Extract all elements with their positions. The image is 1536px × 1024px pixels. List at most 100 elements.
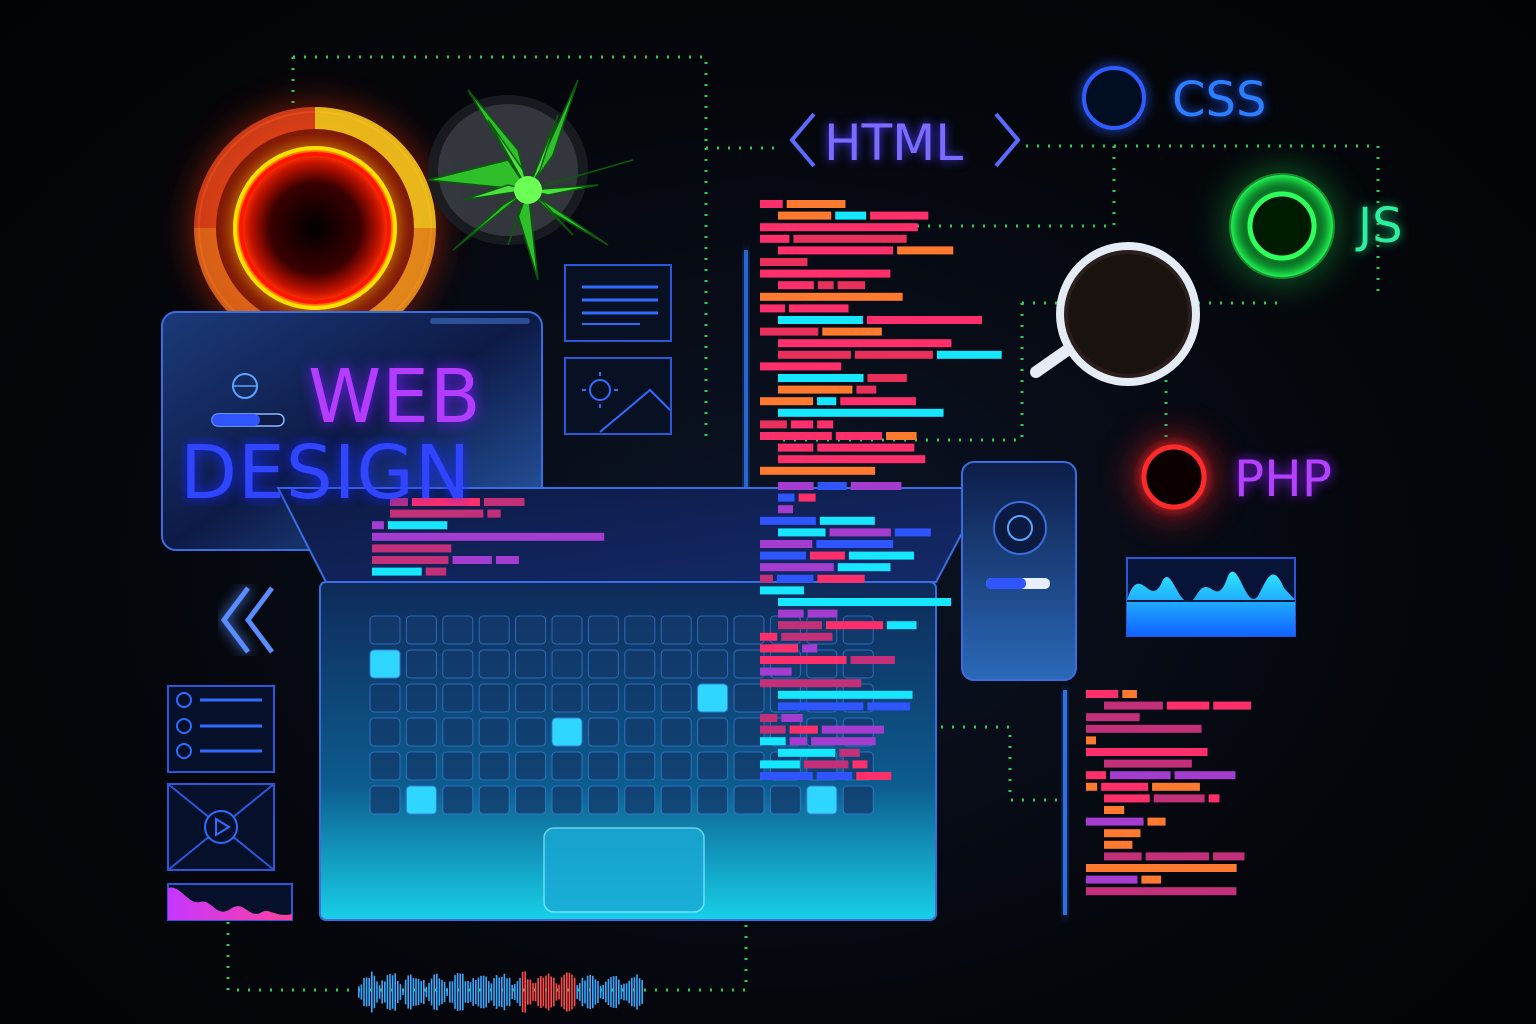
audio-wave-bar: [589, 974, 591, 1010]
keyboard-key: [478, 683, 510, 713]
code-line: [778, 211, 832, 220]
code-line: [495, 556, 519, 564]
code-line: [829, 528, 891, 537]
code-line: [835, 432, 883, 440]
keyboard-key: [733, 785, 765, 815]
code-line: [372, 544, 452, 553]
code-line: [1104, 829, 1141, 838]
code-line: [452, 556, 492, 564]
code-line: [816, 540, 894, 548]
audio-wave-bar: [633, 977, 636, 1007]
keyboard-key: [624, 615, 656, 645]
audio-wave-bar: [423, 980, 425, 1004]
audio-wave-bar: [430, 978, 433, 1006]
audio-wave-bar: [469, 982, 472, 1002]
audio-wave-bar: [459, 973, 461, 1011]
code-line: [1086, 771, 1107, 780]
keyboard-key: [587, 785, 619, 815]
keyboard-key: [369, 785, 401, 815]
code-line: [817, 397, 837, 406]
code-line: [760, 632, 778, 641]
keyboard-key: [369, 751, 401, 781]
code-line: [848, 551, 915, 560]
keyboard-key: [405, 615, 437, 645]
code-line: [1104, 806, 1125, 814]
keyboard-key: [587, 615, 619, 645]
audio-wave-bar: [618, 979, 620, 1005]
audio-wave-bar: [404, 979, 407, 1005]
keyboard-key: [587, 717, 619, 747]
code-line: [760, 327, 819, 336]
audio-wave-bar: [503, 973, 506, 1011]
keyboard-key: [624, 683, 656, 713]
audio-wave-bar: [516, 981, 519, 1003]
audio-wave-bar: [376, 981, 378, 1003]
keyboard-key: [660, 615, 692, 645]
image-card-icon: [564, 357, 672, 435]
audio-wave-bar: [371, 971, 373, 1013]
keyboard-key: [697, 615, 729, 645]
audio-wave-bar: [493, 978, 495, 1006]
code-line: [387, 521, 448, 530]
audio-wave-bar: [529, 979, 532, 1005]
keyboard-key: [551, 751, 583, 781]
code-line: [817, 443, 915, 452]
code-line: [760, 679, 862, 688]
audio-wave-bar: [547, 973, 550, 1011]
double-chevron-left-icon[interactable]: [218, 584, 278, 656]
angle-bracket-left-icon: [789, 112, 816, 168]
audio-wave-icon: [358, 971, 643, 1013]
code-line: [372, 556, 449, 564]
code-line: [760, 420, 787, 429]
mini-waveform-icon: [167, 883, 293, 921]
code-line: [778, 598, 952, 606]
code-line: [817, 281, 834, 290]
audio-wave-bar: [360, 984, 363, 1000]
code-line: [760, 258, 808, 266]
audio-wave-bar: [607, 978, 610, 1006]
code-line: [760, 200, 783, 208]
code-line: [786, 200, 846, 208]
audio-wave-bar: [537, 977, 539, 1007]
code-line: [1166, 701, 1210, 710]
audio-wave-bar: [576, 985, 578, 999]
code-line: [1086, 713, 1140, 722]
audio-wave-bar: [553, 977, 555, 1007]
code-line: [760, 432, 832, 440]
code-line: [894, 528, 931, 537]
code-line: [1104, 794, 1150, 803]
code-line: [760, 516, 816, 525]
code-line: [867, 702, 910, 711]
keyboard-key: [660, 785, 692, 815]
audio-wave-bar: [581, 977, 584, 1007]
red-small-ring-icon: [1134, 437, 1214, 517]
audio-wave-bar: [368, 978, 370, 1006]
audio-wave-bar: [488, 981, 490, 1003]
code-line: [778, 482, 814, 490]
audio-wave-bar: [480, 975, 482, 1009]
keyboard-key: [405, 751, 437, 781]
keyboard-key: [660, 751, 692, 781]
code-line: [866, 316, 982, 324]
code-line: [854, 350, 933, 359]
audio-wave-bar: [514, 984, 516, 1000]
audio-wave-bar: [602, 984, 604, 1000]
audio-wave-bar: [475, 980, 477, 1004]
code-line: [760, 574, 773, 583]
audio-wave-bar: [623, 983, 625, 1001]
keyboard-key-lit: [551, 717, 583, 747]
keyboard-key: [515, 615, 547, 645]
code-line: [483, 498, 525, 506]
keyboard-key: [769, 785, 801, 815]
headline-web: WEB: [308, 354, 482, 440]
text-card-icon: [564, 264, 672, 342]
audio-wave-bar: [592, 975, 594, 1009]
succulent-plant-icon: [427, 79, 634, 281]
code-line: [856, 772, 892, 780]
code-line: [778, 609, 804, 618]
code-line: [1086, 875, 1138, 884]
code-line: [1086, 736, 1097, 745]
audio-wave-bar: [495, 975, 498, 1009]
code-line: [1213, 852, 1245, 861]
code-line: [760, 725, 786, 734]
